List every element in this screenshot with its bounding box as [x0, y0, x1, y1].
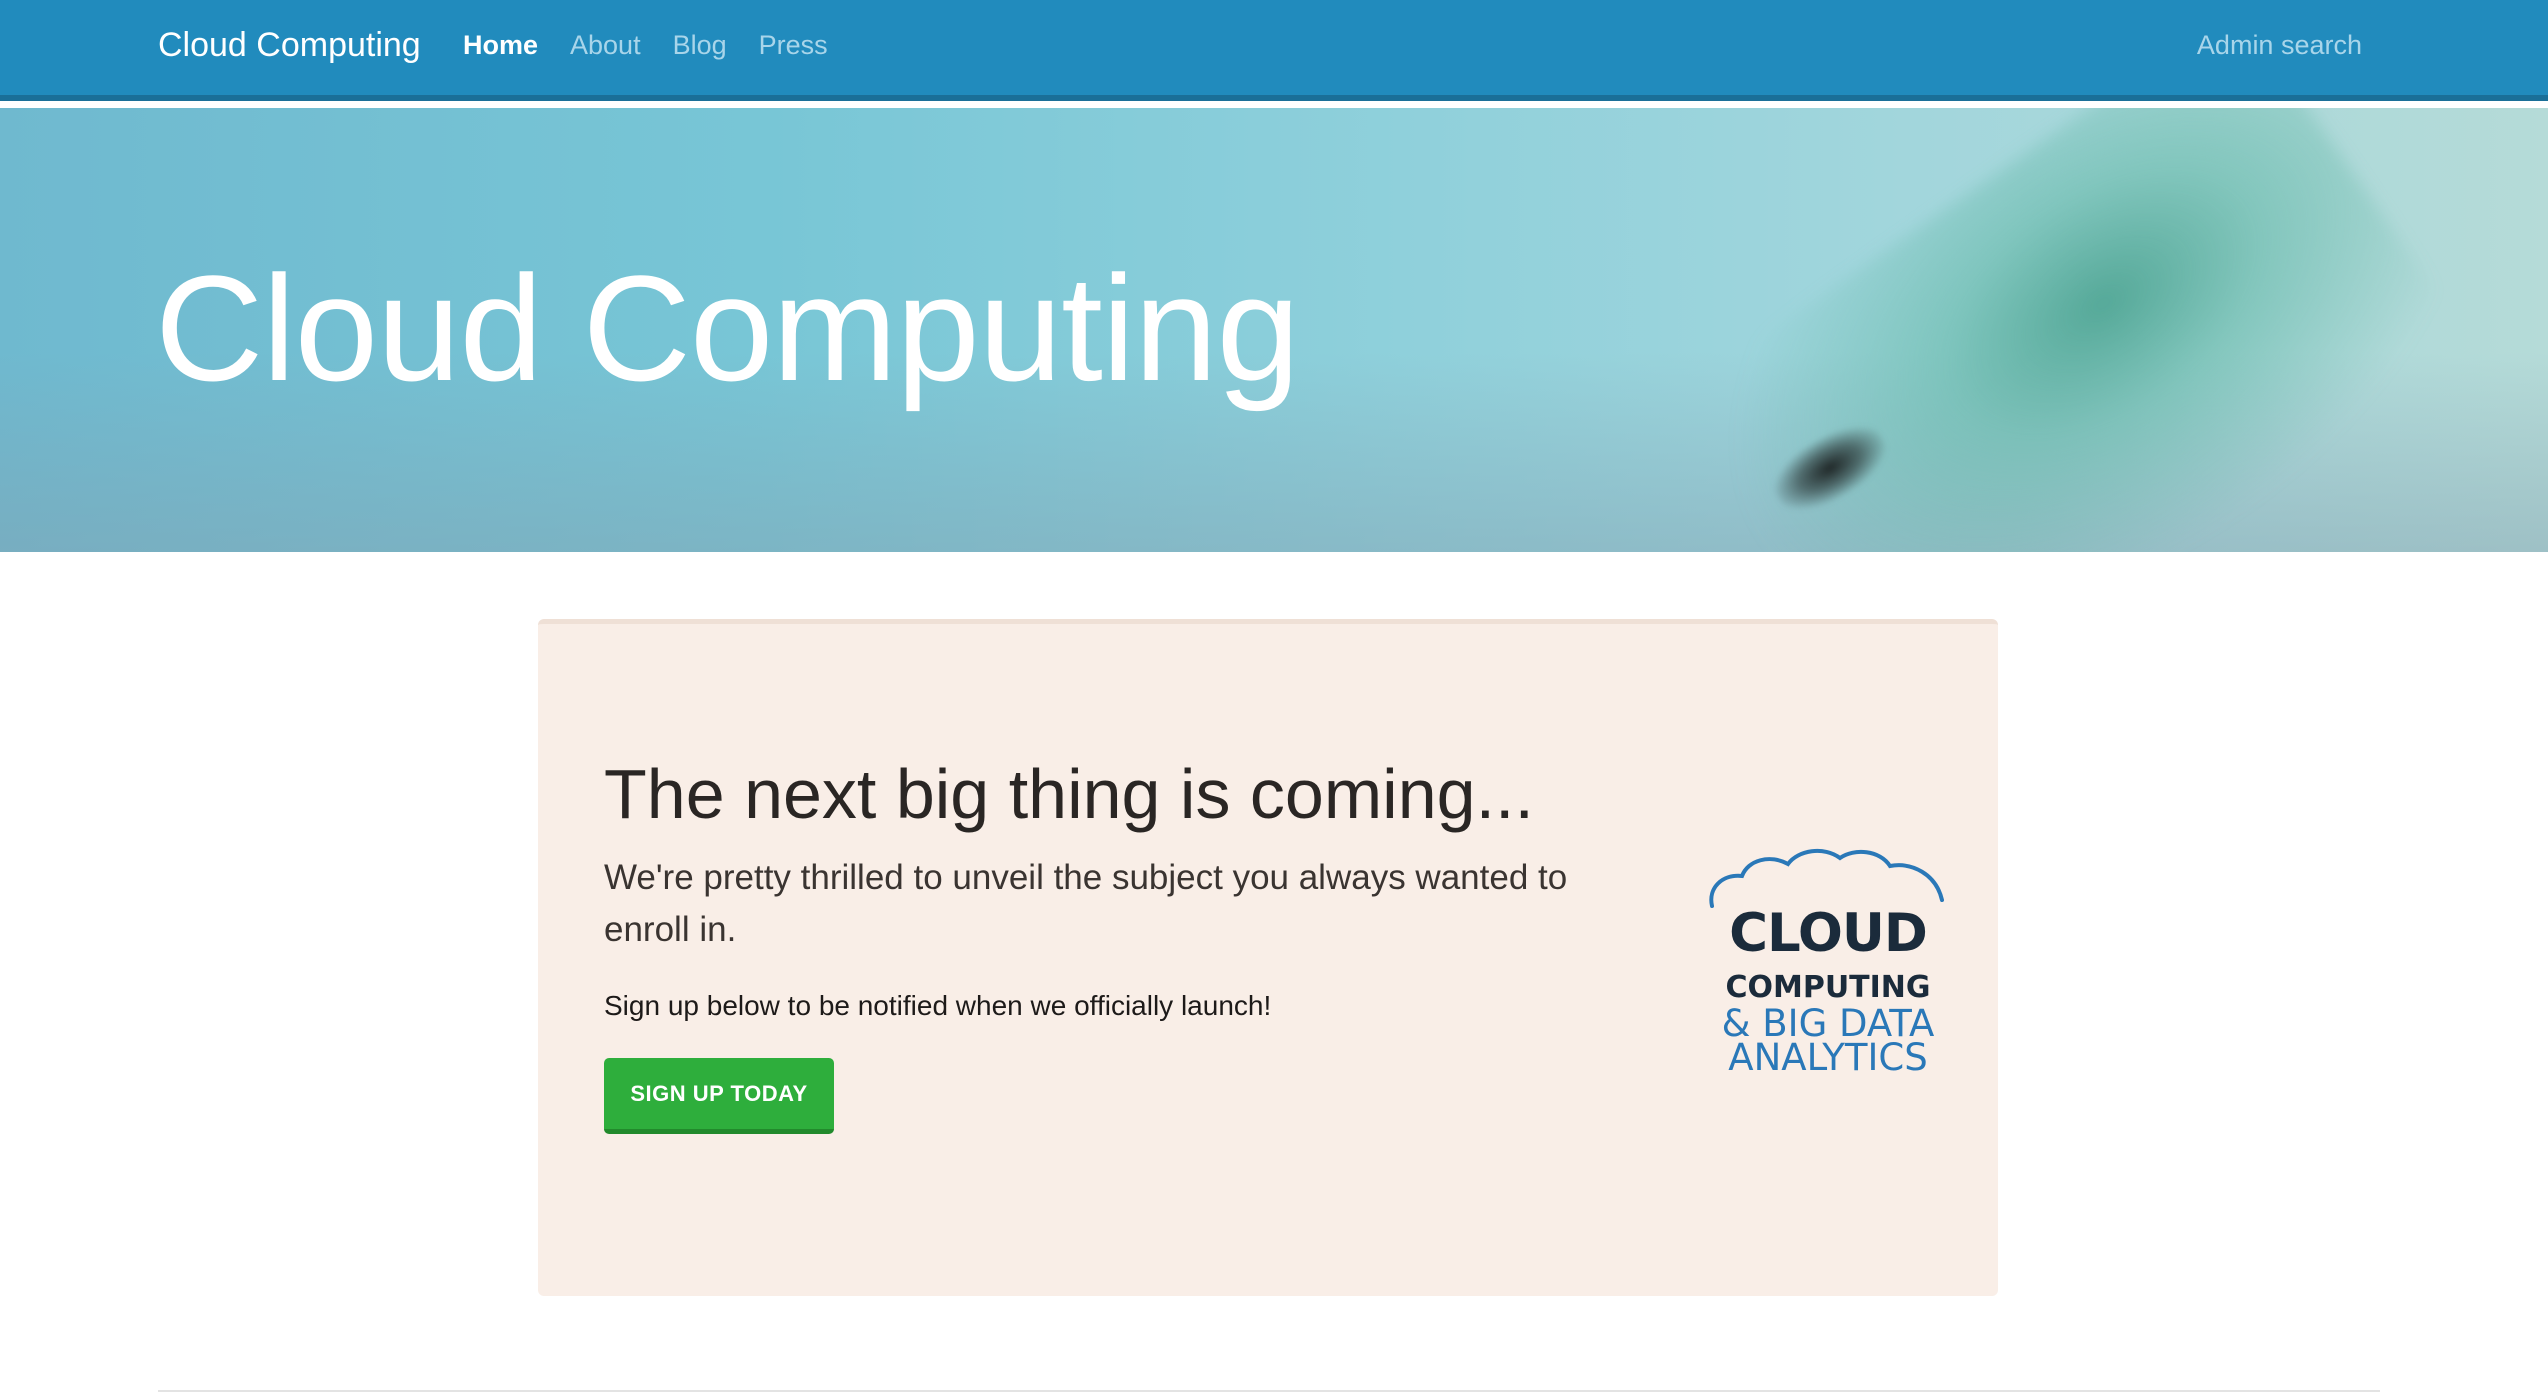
promo-note-text: Sign up below to be notified when we off…	[604, 990, 1272, 1021]
footer-divider	[158, 1390, 2380, 1392]
nav-link-about[interactable]: About	[570, 30, 641, 60]
nav-links: Home About Blog Press	[463, 30, 860, 60]
promo-lead-text: We're pretty thrilled to unveil the subj…	[604, 858, 1568, 949]
promo-heading: The next big thing is coming...	[604, 755, 1534, 833]
logo-text-analytics: ANALYTICS	[1728, 1036, 1928, 1079]
nav-link-blog[interactable]: Blog	[673, 30, 727, 60]
hero-banner: Cloud Computing	[0, 108, 2548, 552]
top-navbar: Cloud Computing Home About Blog Press Ad…	[0, 0, 2548, 101]
admin-search-link[interactable]: Admin search	[2197, 30, 2362, 60]
nav-link-press[interactable]: Press	[759, 30, 828, 60]
logo-text-computing: COMPUTING	[1725, 970, 1931, 1005]
promo-card: The next big thing is coming... We're pr…	[538, 619, 1998, 1296]
brand-link[interactable]: Cloud Computing	[158, 28, 421, 62]
hero-title: Cloud Computing	[155, 244, 1300, 412]
nav-link-home[interactable]: Home	[463, 30, 538, 60]
sign-up-button[interactable]: SIGN UP TODAY	[604, 1058, 834, 1134]
cloud-computing-logo: CLOUD COMPUTING & BIG DATA ANALYTICS	[1704, 844, 1954, 1079]
logo-text-cloud: CLOUD	[1729, 903, 1928, 964]
